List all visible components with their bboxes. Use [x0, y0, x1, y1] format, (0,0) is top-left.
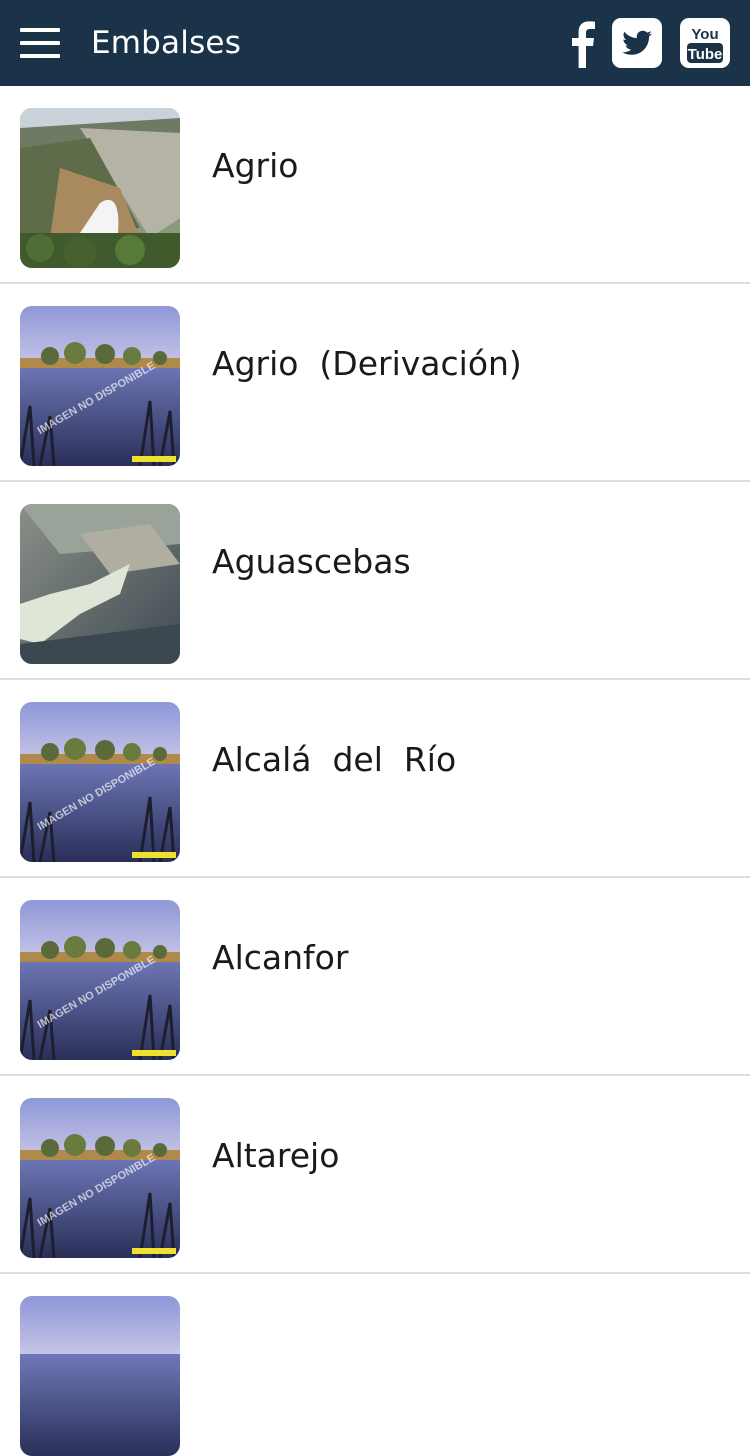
list-item[interactable] [0, 1274, 750, 1456]
reservoir-name: Agrio [212, 146, 299, 185]
placeholder-lake-photo: IMAGEN NO DISPONIBLE [20, 702, 180, 862]
app-header: Embalses You Tube [0, 0, 750, 86]
page-title: Embalses [91, 25, 242, 61]
aerial-reservoir-photo [20, 504, 180, 664]
reservoir-name: Aguascebas [212, 542, 411, 581]
reservoir-name: Agrio (Derivación) [212, 344, 522, 383]
list-item[interactable]: Aguascebas [0, 482, 750, 680]
social-links: You Tube [562, 0, 750, 86]
reservoir-name: Altarejo [212, 1136, 340, 1175]
youtube-you-text: You [691, 26, 718, 43]
hamburger-menu-icon[interactable] [0, 0, 80, 86]
reservoir-list: Agrio IMAGEN NO DISPONIBLE Agrio (Deriva… [0, 86, 750, 1456]
list-item[interactable]: Agrio [0, 86, 750, 284]
placeholder-lake-photo [20, 1296, 180, 1456]
dam-spillway-photo [20, 108, 180, 268]
placeholder-lake-photo: IMAGEN NO DISPONIBLE [20, 1098, 180, 1258]
reservoir-name: Alcanfor [212, 938, 349, 977]
placeholder-lake-photo: IMAGEN NO DISPONIBLE [20, 306, 180, 466]
youtube-tube-text: Tube [688, 46, 723, 63]
list-item[interactable]: IMAGEN NO DISPONIBLE Agrio (Derivación) [0, 284, 750, 482]
list-item[interactable]: IMAGEN NO DISPONIBLE Alcanfor [0, 878, 750, 1076]
youtube-icon[interactable]: You Tube [680, 18, 730, 68]
list-item[interactable]: IMAGEN NO DISPONIBLE Altarejo [0, 1076, 750, 1274]
facebook-icon[interactable] [562, 13, 602, 73]
twitter-icon[interactable] [612, 18, 662, 68]
reservoir-name: Alcalá del Río [212, 740, 457, 779]
list-item[interactable]: IMAGEN NO DISPONIBLE Alcalá del Río [0, 680, 750, 878]
placeholder-lake-photo: IMAGEN NO DISPONIBLE [20, 900, 180, 1060]
